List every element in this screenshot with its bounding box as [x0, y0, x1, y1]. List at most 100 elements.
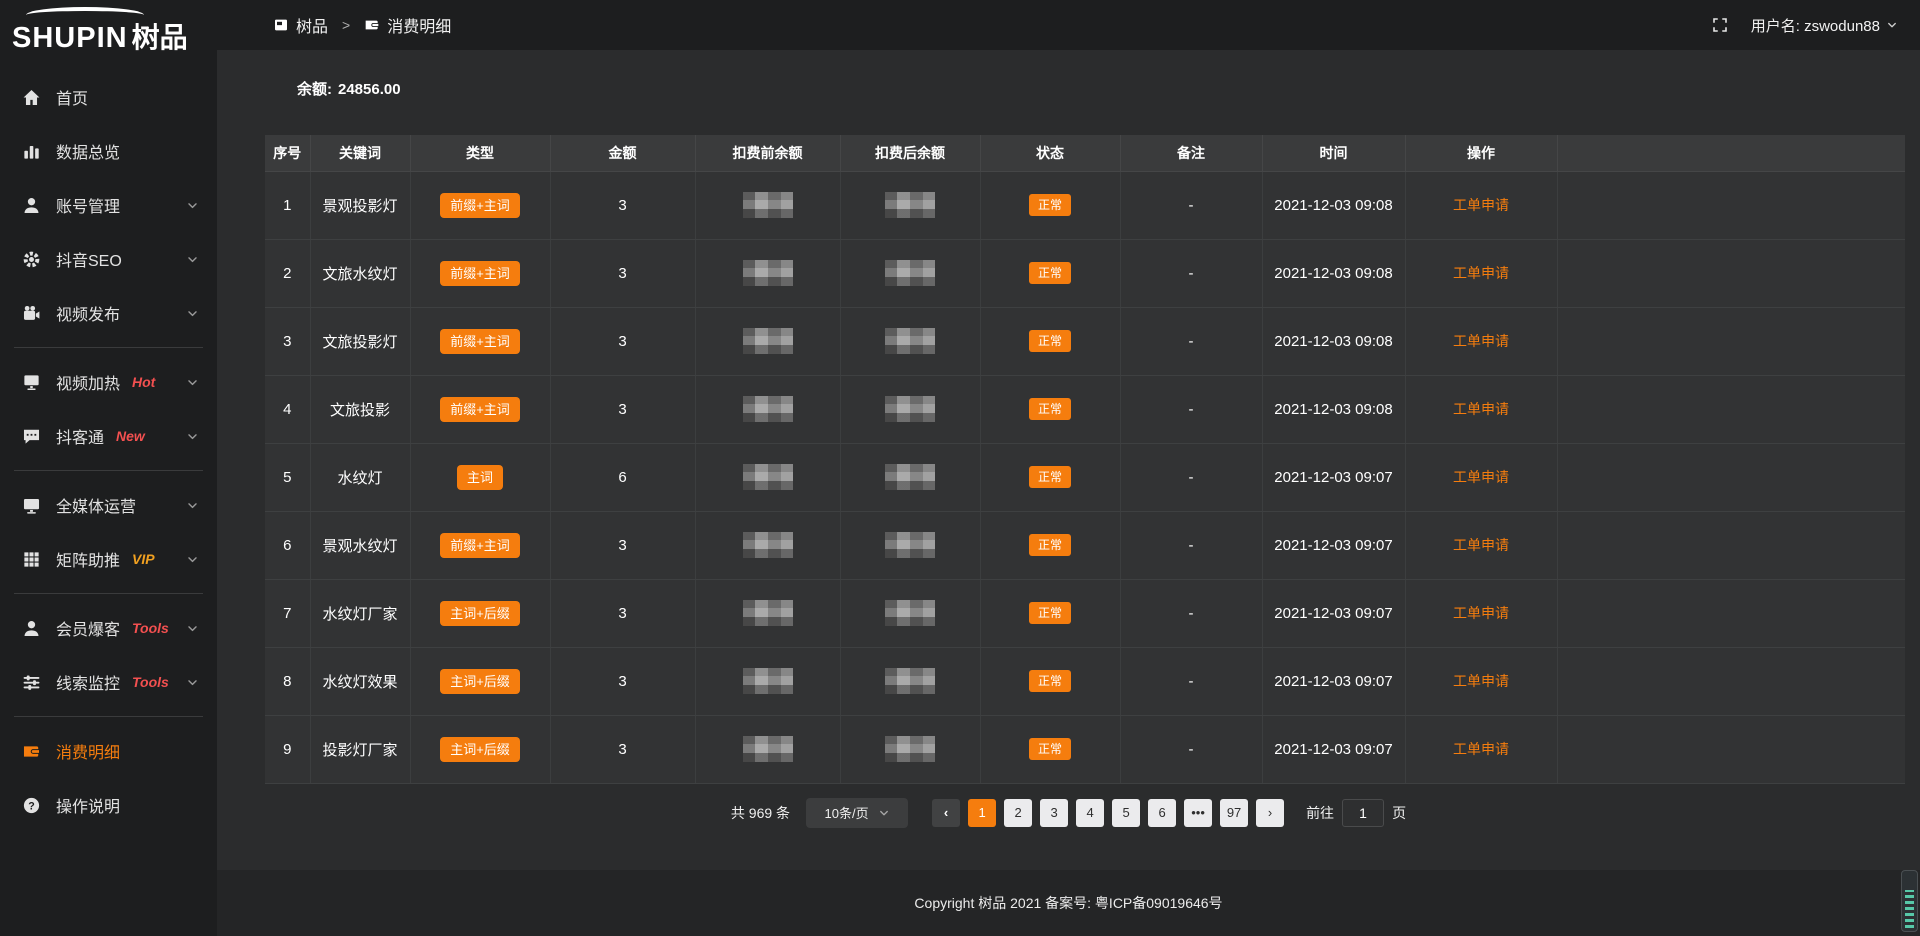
sidebar-item-consume-detail[interactable]: 消费明细: [0, 724, 217, 778]
sidebar-item-operation-guide[interactable]: ?操作说明: [0, 778, 217, 832]
table-row: 8水纹灯效果主词+后缀3正常-2021-12-03 09:07工单申请: [265, 647, 1905, 715]
more-pages-button[interactable]: •••: [1184, 799, 1212, 827]
table-row: 3文旅投影灯前缀+主词3正常-2021-12-03 09:08工单申请: [265, 307, 1905, 375]
type-badge: 前缀+主词: [440, 329, 520, 354]
filler-cell: [1557, 511, 1905, 579]
column-header: 备注: [1120, 135, 1262, 171]
status-cell: 正常: [980, 375, 1120, 443]
page-button[interactable]: 3: [1040, 799, 1068, 827]
note-cell: -: [1120, 171, 1262, 239]
column-header: 关键词: [310, 135, 410, 171]
gear-icon: [22, 250, 41, 269]
status-badge: 正常: [1029, 602, 1071, 624]
user-icon: [22, 196, 41, 215]
page-size-select[interactable]: 10条/页: [806, 798, 908, 828]
balance-after-cell: [840, 307, 980, 375]
fullscreen-icon[interactable]: [1711, 16, 1729, 34]
sidebar-item-member-burst[interactable]: 会员爆客Tools: [0, 601, 217, 655]
balance-after-cell: [840, 715, 980, 783]
work-order-link[interactable]: 工单申请: [1453, 197, 1509, 213]
type-cell: 前缀+主词: [410, 511, 550, 579]
action-cell: 工单申请: [1405, 511, 1557, 579]
work-order-link[interactable]: 工单申请: [1453, 673, 1509, 689]
keyword-cell: 景观投影灯: [310, 171, 410, 239]
work-order-link[interactable]: 工单申请: [1453, 741, 1509, 757]
status-cell: 正常: [980, 511, 1120, 579]
chevron-down-icon: [186, 553, 199, 566]
sidebar-item-label: 消费明细: [56, 739, 120, 763]
next-page-button[interactable]: ›: [1256, 799, 1284, 827]
sidebar-item-label: 首页: [56, 85, 88, 109]
work-order-link[interactable]: 工单申请: [1453, 605, 1509, 621]
sidebar-item-badge: VIP: [132, 551, 155, 567]
work-order-link[interactable]: 工单申请: [1453, 401, 1509, 417]
breadcrumb-item[interactable]: 消费明细: [364, 13, 451, 37]
sidebar-item-media-operation[interactable]: 全媒体运营: [0, 478, 217, 532]
page-button[interactable]: 5: [1112, 799, 1140, 827]
sidebar-item-matrix-boost[interactable]: 矩阵助推VIP: [0, 532, 217, 586]
topbar-right: 用户名: zswodun88: [1711, 15, 1898, 36]
sidebar-item-account-manage[interactable]: 账号管理: [0, 178, 217, 232]
balance-before-cell: [695, 511, 840, 579]
sidebar-item-badge: New: [116, 428, 145, 444]
user-dropdown[interactable]: 用户名: zswodun88: [1751, 15, 1898, 36]
masked-value: [743, 260, 793, 286]
sidebar-item-label: 数据总览: [56, 139, 120, 163]
filler-cell: [1557, 239, 1905, 307]
page-button[interactable]: 6: [1148, 799, 1176, 827]
goto-page: 前往页: [1306, 799, 1406, 827]
sidebar-item-data-overview[interactable]: 数据总览: [0, 124, 217, 178]
balance-before-cell: [695, 307, 840, 375]
work-order-link[interactable]: 工单申请: [1453, 333, 1509, 349]
logo-arc-decoration: [26, 7, 144, 23]
status-cell: 正常: [980, 307, 1120, 375]
breadcrumb-item[interactable]: 树品: [273, 13, 328, 37]
grid-icon: [22, 550, 41, 569]
page-button[interactable]: 1: [968, 799, 996, 827]
sidebar-item-douyin-seo[interactable]: 抖音SEO: [0, 232, 217, 286]
page-button[interactable]: 2: [1004, 799, 1032, 827]
home-icon: [22, 88, 41, 107]
sidebar-item-badge: Tools: [132, 620, 169, 636]
svg-text:?: ?: [28, 800, 35, 812]
masked-value: [885, 736, 935, 762]
column-header: 状态: [980, 135, 1120, 171]
consume-table: 序号关键词类型金额扣费前余额扣费后余额状态备注时间操作 1景观投影灯前缀+主词3…: [265, 135, 1905, 784]
type-badge: 主词+后缀: [440, 601, 520, 626]
note-cell: -: [1120, 579, 1262, 647]
chevron-down-icon: [186, 307, 199, 320]
work-order-link[interactable]: 工单申请: [1453, 469, 1509, 485]
question-icon: ?: [22, 796, 41, 815]
column-header: 时间: [1262, 135, 1405, 171]
sidebar-divider: [14, 593, 203, 594]
page-button[interactable]: 97: [1220, 799, 1248, 827]
work-order-link[interactable]: 工单申请: [1453, 265, 1509, 281]
action-cell: 工单申请: [1405, 307, 1557, 375]
masked-value: [743, 328, 793, 354]
video-icon: [22, 304, 41, 323]
work-order-link[interactable]: 工单申请: [1453, 537, 1509, 553]
sidebar-item-home[interactable]: 首页: [0, 70, 217, 124]
status-badge: 正常: [1029, 738, 1071, 760]
sidebar-item-video-heat[interactable]: 视频加热Hot: [0, 355, 217, 409]
sidebar-item-clue-monitor[interactable]: 线索监控Tools: [0, 655, 217, 709]
member-icon: [22, 619, 41, 638]
prev-page-button[interactable]: ‹: [932, 799, 960, 827]
sidebar-item-video-publish[interactable]: 视频发布: [0, 286, 217, 340]
masked-value: [885, 260, 935, 286]
chevron-down-icon: [186, 430, 199, 443]
scroll-widget[interactable]: [1901, 870, 1918, 932]
page-button[interactable]: 4: [1076, 799, 1104, 827]
balance-after-cell: [840, 443, 980, 511]
action-cell: 工单申请: [1405, 375, 1557, 443]
goto-page-input[interactable]: [1342, 799, 1384, 827]
sidebar-item-badge: Hot: [132, 374, 155, 390]
action-cell: 工单申请: [1405, 579, 1557, 647]
sidebar-item-douketong[interactable]: 抖客通New: [0, 409, 217, 463]
table-row: 9投影灯厂家主词+后缀3正常-2021-12-03 09:07工单申请: [265, 715, 1905, 783]
breadcrumb-separator: >: [342, 17, 350, 33]
sidebar-divider: [14, 716, 203, 717]
column-header: 操作: [1405, 135, 1557, 171]
status-badge: 正常: [1029, 398, 1071, 420]
filler-cell: [1557, 579, 1905, 647]
